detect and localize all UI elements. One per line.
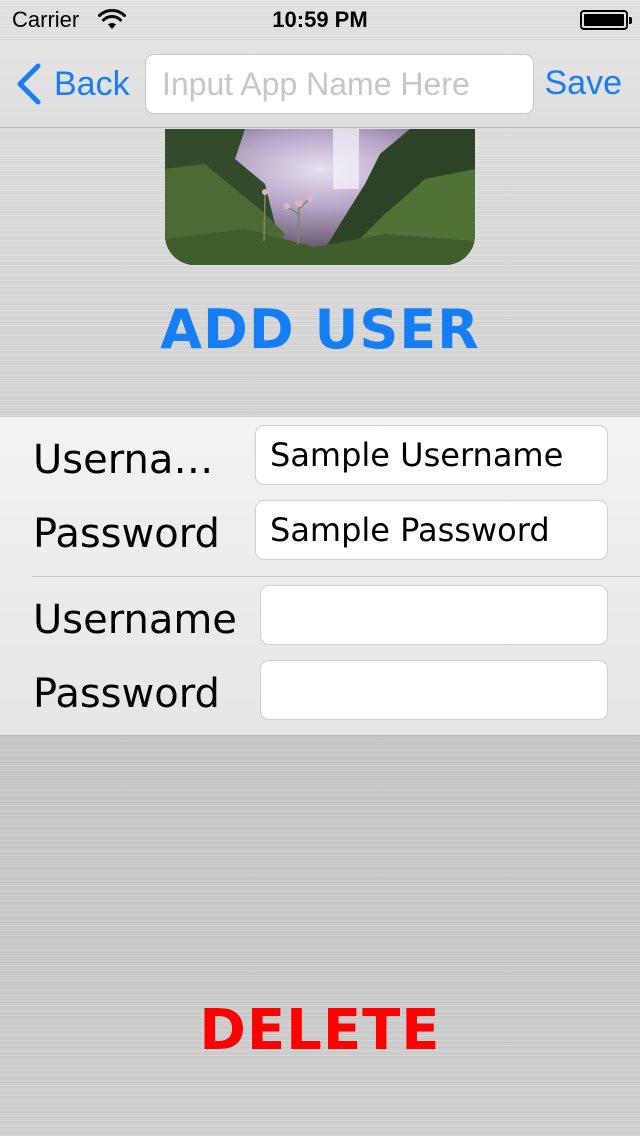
status-bar: Carrier 10:59 PM: [0, 0, 640, 40]
landscape-image: [165, 129, 475, 265]
password-field[interactable]: [255, 500, 608, 560]
username-label: Username: [33, 597, 237, 643]
app-name-input[interactable]: [145, 54, 534, 114]
username-label: Userna…: [33, 437, 214, 483]
credentials-list: Userna… Password Username Password: [0, 416, 640, 736]
back-label: Back: [54, 64, 130, 103]
chevron-left-icon: [17, 63, 41, 105]
password-label: Password: [33, 511, 220, 557]
save-button[interactable]: Save: [545, 64, 623, 103]
password-label: Password: [33, 671, 220, 717]
app-icon-image[interactable]: [165, 129, 475, 265]
password-field[interactable]: [260, 660, 608, 720]
username-field[interactable]: [255, 425, 608, 485]
battery-icon: [580, 10, 632, 30]
back-button[interactable]: Back: [14, 60, 130, 108]
row-divider: [32, 576, 640, 577]
delete-button[interactable]: DELETE: [0, 998, 640, 1063]
status-time: 10:59 PM: [272, 7, 368, 32]
add-user-button[interactable]: ADD USER: [0, 298, 640, 361]
navigation-bar: Back Save: [0, 40, 640, 128]
username-field[interactable]: [260, 585, 608, 645]
